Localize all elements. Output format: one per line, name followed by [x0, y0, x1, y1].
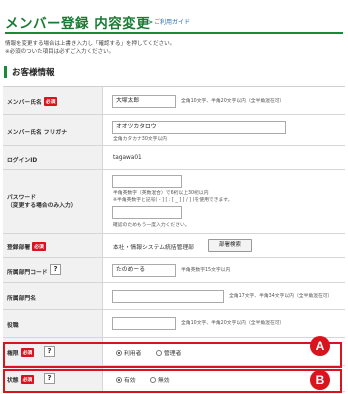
row-position: 役職 全角10文字、半角20文字以内（全半角混在可）	[3, 310, 345, 338]
position-note: 全角10文字、半角20文字以内（全半角混在可）	[181, 321, 285, 326]
callout-box-a	[3, 342, 342, 368]
row-password: パスワード （変更する場合のみ入力） 半角英数字（英数混合）で6桁以上30桁以内…	[3, 170, 345, 234]
member-kana-input[interactable]: オオツカタロウ	[112, 121, 286, 134]
dept-code-note: 半角英数字15文字以内	[181, 268, 231, 273]
member-kana-note: 全角カタカナ30文字以内	[113, 137, 168, 142]
section-accent-bar	[4, 66, 7, 78]
callout-box-b	[3, 369, 342, 393]
guide-link[interactable]: >ご利用ガイド	[148, 17, 190, 26]
department-label-text: 登録部署	[7, 245, 31, 251]
password-note-2: ※半角英数字と記号( - ] [ : [ _ ] [ / ] )を使用できます。	[113, 198, 233, 203]
chevron-right-icon: >	[148, 19, 154, 26]
row-dept-code: 所属部門コード ? たのめーる 半角英数字15文字以内	[3, 258, 345, 283]
dept-code-label: 所属部門コード	[7, 270, 48, 276]
intro-text: 情報を変更する場合は上書き入力し「確認する」を押してください。 ※必須のついた項…	[5, 40, 175, 56]
label-cell: 登録部署 必須	[3, 234, 103, 257]
label-cell: メンバー氏名 必須	[3, 87, 103, 114]
position-label: 役職	[7, 323, 19, 329]
row-login-id: ログインID tagawa01	[3, 146, 345, 170]
row-member-kana: メンバー氏名 フリガナ オオツカタロウ 全角カタカナ30文字以内	[3, 115, 345, 146]
department-value: 本社・情報システム統括管理部	[113, 245, 194, 251]
dept-name-input[interactable]	[112, 290, 224, 303]
password-input[interactable]	[112, 175, 182, 188]
member-name-input[interactable]: 大塚太郎	[112, 95, 176, 108]
password-note-1: 半角英数字（英数混合）で6桁以上30桁以内	[113, 191, 209, 196]
department-label: 登録部署 必須	[7, 242, 46, 251]
member-name-note: 全角10文字、半角20文字以内（全半角混在可）	[181, 99, 285, 104]
login-id-value: tagawa01	[113, 155, 142, 161]
page-header: メンバー登録 内容変更 >ご利用ガイド	[5, 12, 343, 32]
password-confirm-note: 確認のためもう一度入力ください。	[113, 223, 190, 228]
intro-line-1: 情報を変更する場合は上書き入力し「確認する」を押してください。	[5, 41, 176, 47]
title-divider	[5, 32, 343, 34]
department-search-button[interactable]: 部署検索	[208, 239, 252, 252]
login-id-label: ログインID	[7, 158, 38, 164]
label-cell: 役職	[3, 310, 103, 337]
callout-badge-a: A	[310, 336, 330, 356]
required-badge: 必須	[32, 242, 46, 251]
guide-link-label: ご利用ガイド	[154, 19, 191, 26]
label-cell: 所属部門名	[3, 283, 103, 309]
label-cell: ログインID	[3, 146, 103, 169]
dept-code-input[interactable]: たのめーる	[112, 264, 176, 277]
label-cell: 所属部門コード ?	[3, 258, 103, 282]
help-icon[interactable]: ?	[50, 264, 61, 275]
member-name-label-text: メンバー氏名	[7, 100, 42, 106]
section-header: お客様情報	[4, 63, 344, 81]
dept-name-label: 所属部門名	[7, 296, 36, 302]
member-kana-label: メンバー氏名 フリガナ	[7, 130, 67, 136]
row-department: 登録部署 必須 本社・情報システム統括管理部 部署検索	[3, 234, 345, 258]
intro-line-2: ※必須のついた項目は必ずご入力ください。	[5, 49, 115, 55]
dept-name-note: 全角17文字、半角34文字以内（全半角混在可）	[229, 294, 333, 299]
label-cell: パスワード （変更する場合のみ入力）	[3, 170, 103, 233]
row-member-name: メンバー氏名 必須 大塚太郎 全角10文字、半角20文字以内（全半角混在可）	[3, 87, 345, 115]
password-sublabel: （変更する場合のみ入力）	[7, 203, 77, 209]
section-title: お客様情報	[12, 68, 55, 78]
callout-badge-b: B	[310, 370, 330, 390]
position-input[interactable]	[112, 317, 176, 330]
password-confirm-input[interactable]	[112, 206, 182, 219]
label-cell: メンバー氏名 フリガナ	[3, 115, 103, 145]
customer-form: メンバー氏名 必須 大塚太郎 全角10文字、半角20文字以内（全半角混在可） メン…	[3, 86, 345, 392]
required-badge: 必須	[43, 97, 58, 106]
row-dept-name: 所属部門名 全角17文字、半角34文字以内（全半角混在可）	[3, 283, 345, 310]
member-name-label: メンバー氏名 必須	[7, 97, 58, 106]
